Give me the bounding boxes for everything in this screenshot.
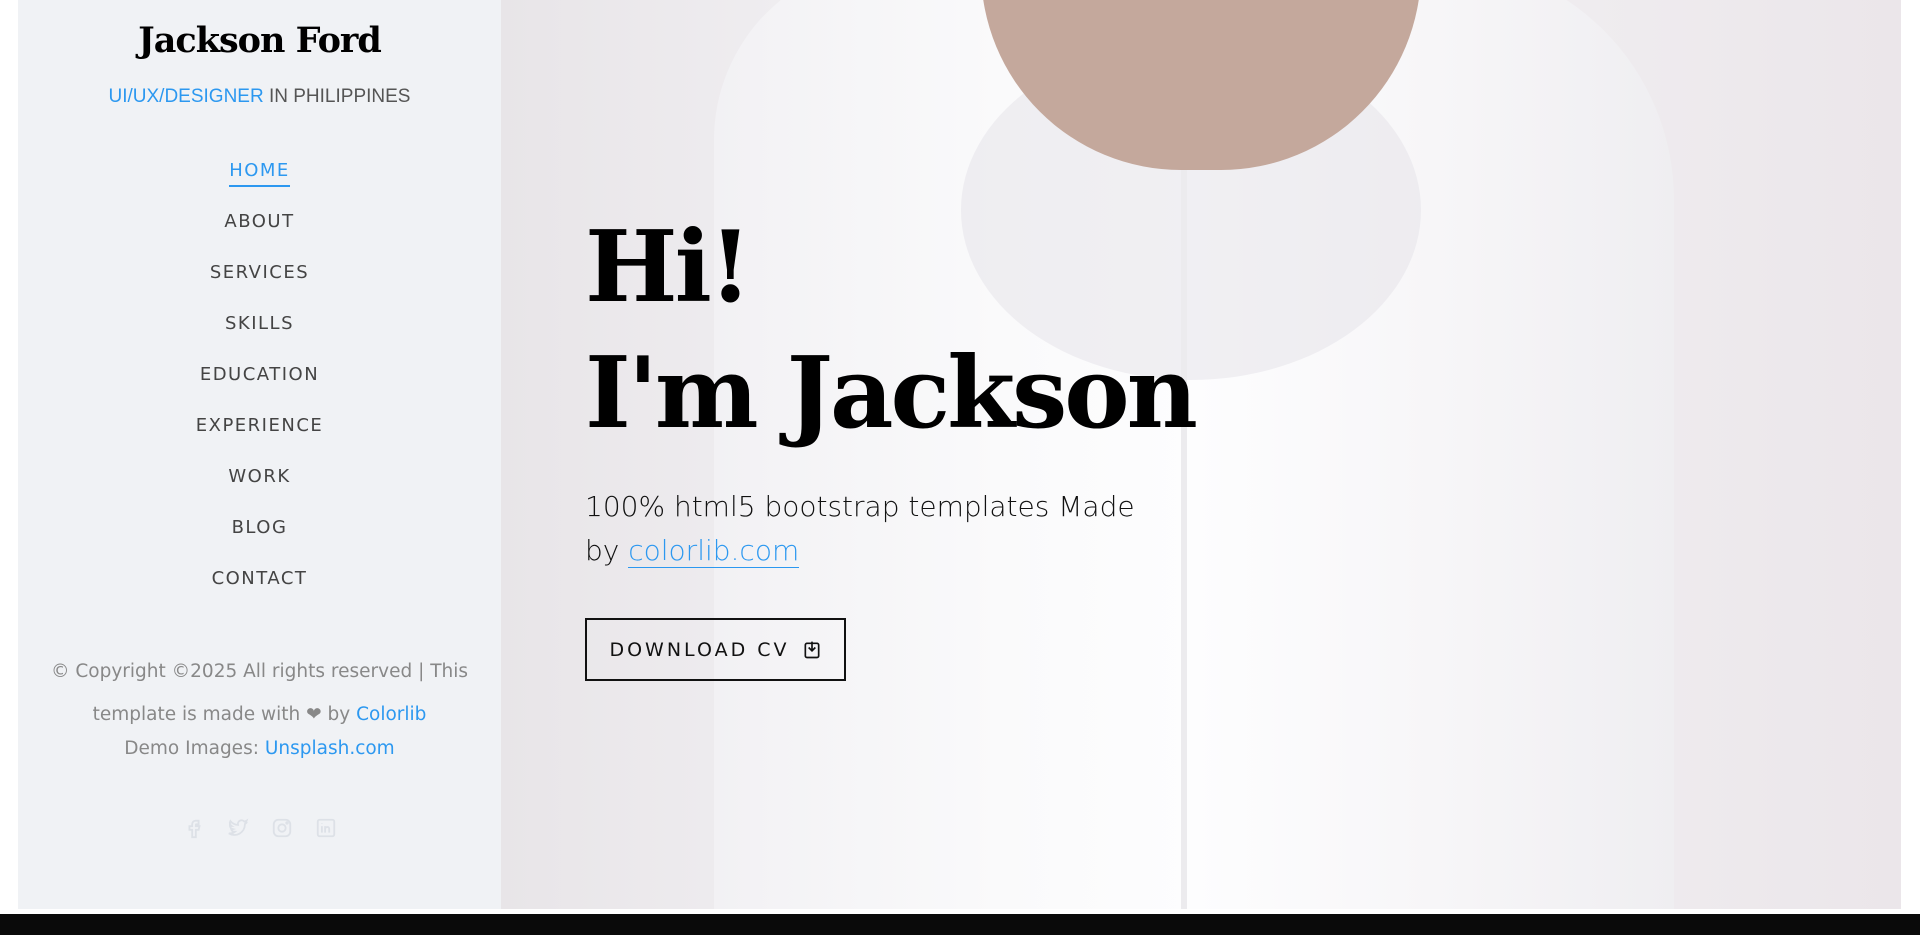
brand-name[interactable]: Jackson Ford bbox=[18, 20, 501, 61]
download-icon bbox=[804, 641, 820, 658]
download-cv-label: DOWNLOAD CV bbox=[609, 638, 790, 661]
copyright-text: © Copyright ©2025 All rights reserved | … bbox=[48, 650, 471, 736]
nav-item-home[interactable]: HOME bbox=[229, 150, 290, 187]
hero-subtext: 100% html5 bootstrap templates Made by c… bbox=[585, 485, 1145, 573]
unsplash-link[interactable]: Unsplash.com bbox=[265, 738, 395, 759]
nav-item-work[interactable]: WORK bbox=[228, 456, 290, 491]
instagram-icon[interactable] bbox=[269, 815, 295, 841]
hero-heading-line1: Hi! bbox=[585, 210, 752, 325]
nav-item-skills[interactable]: SKILLS bbox=[225, 303, 294, 338]
main-nav: HOME ABOUT SERVICES SKILLS EDUCATION EXP… bbox=[18, 150, 501, 609]
nav-item-services[interactable]: SERVICES bbox=[210, 252, 309, 287]
facebook-icon[interactable] bbox=[181, 815, 207, 841]
hero-colorlib-link[interactable]: colorlib.com bbox=[628, 534, 800, 568]
sidebar: Jackson Ford UI/UX/DESIGNER IN PHILIPPIN… bbox=[18, 0, 501, 909]
demo-images-label: Demo Images: bbox=[124, 738, 265, 759]
linkedin-icon[interactable] bbox=[313, 815, 339, 841]
social-links bbox=[18, 815, 501, 841]
download-cv-button[interactable]: DOWNLOAD CV bbox=[585, 618, 846, 681]
hero-text: Hi! I'm Jackson 100% html5 bootstrap tem… bbox=[585, 205, 1198, 573]
nav-item-experience[interactable]: EXPERIENCE bbox=[196, 405, 324, 440]
nav-item-about[interactable]: ABOUT bbox=[224, 201, 294, 236]
demo-images-credit: Demo Images: Unsplash.com bbox=[18, 738, 501, 759]
next-section-edge bbox=[0, 914, 1920, 935]
nav-item-education[interactable]: EDUCATION bbox=[200, 354, 319, 389]
twitter-icon[interactable] bbox=[225, 815, 251, 841]
hero-heading-line2: I'm Jackson bbox=[585, 336, 1198, 451]
tagline-rest: IN PHILIPPINES bbox=[263, 86, 411, 107]
tagline: UI/UX/DESIGNER IN PHILIPPINES bbox=[18, 86, 501, 108]
hero-photo-placket bbox=[1181, 90, 1187, 909]
nav-item-blog[interactable]: BLOG bbox=[232, 507, 288, 542]
nav-item-contact[interactable]: CONTACT bbox=[212, 558, 308, 593]
hero-section: Hi! I'm Jackson 100% html5 bootstrap tem… bbox=[501, 0, 1901, 909]
tagline-accent: UI/UX/DESIGNER bbox=[108, 86, 264, 107]
colorlib-link[interactable]: Colorlib bbox=[356, 704, 426, 725]
